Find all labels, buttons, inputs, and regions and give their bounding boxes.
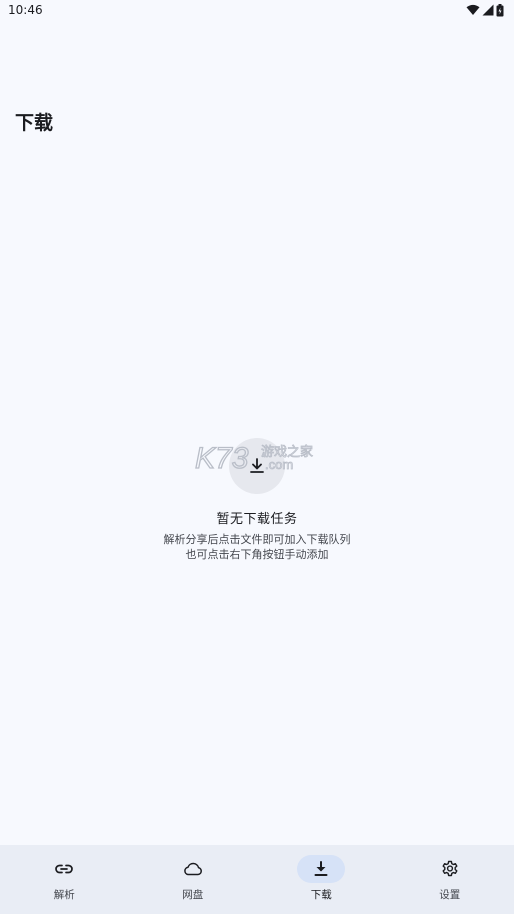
- signal-icon: [482, 4, 494, 16]
- bottom-navigation: 解析 网盘 下载 设置: [0, 845, 514, 914]
- wifi-icon: [466, 4, 480, 15]
- nav-label-cloud-drive: 网盘: [182, 889, 204, 901]
- status-time: 10:46: [8, 3, 43, 17]
- nav-label-settings: 设置: [439, 889, 461, 901]
- download-icon: [314, 861, 328, 876]
- link-icon: [55, 864, 74, 874]
- nav-pill-cloud-drive: [169, 855, 217, 883]
- page-title: 下载: [15, 112, 54, 134]
- nav-item-download[interactable]: 下载: [257, 845, 386, 914]
- cloud-icon: [183, 862, 202, 876]
- nav-label-download: 下载: [310, 889, 332, 901]
- empty-download-icon-container: [229, 438, 285, 494]
- empty-state: 暂无下载任务 解析分享后点击文件即可加入下载队列 也可点击右下角按钮手动添加: [0, 438, 514, 562]
- nav-pill-parse: [40, 855, 88, 883]
- download-icon: [250, 458, 264, 473]
- nav-item-settings[interactable]: 设置: [386, 845, 514, 914]
- empty-state-title: 暂无下载任务: [216, 512, 298, 527]
- gear-icon: [442, 860, 458, 877]
- nav-label-parse: 解析: [53, 889, 75, 901]
- nav-pill-settings: [426, 855, 474, 883]
- nav-item-parse[interactable]: 解析: [0, 845, 129, 914]
- battery-icon: [496, 3, 504, 16]
- empty-state-hint: 解析分享后点击文件即可加入下载队列 也可点击右下角按钮手动添加: [164, 532, 351, 562]
- empty-state-hint-line2: 也可点击右下角按钮手动添加: [185, 548, 329, 561]
- nav-pill-download: [297, 855, 346, 883]
- empty-state-hint-line1: 解析分享后点击文件即可加入下载队列: [163, 533, 351, 546]
- nav-item-cloud-drive[interactable]: 网盘: [129, 845, 258, 914]
- status-bar: 10:46: [0, 0, 514, 22]
- status-icons: [466, 3, 504, 17]
